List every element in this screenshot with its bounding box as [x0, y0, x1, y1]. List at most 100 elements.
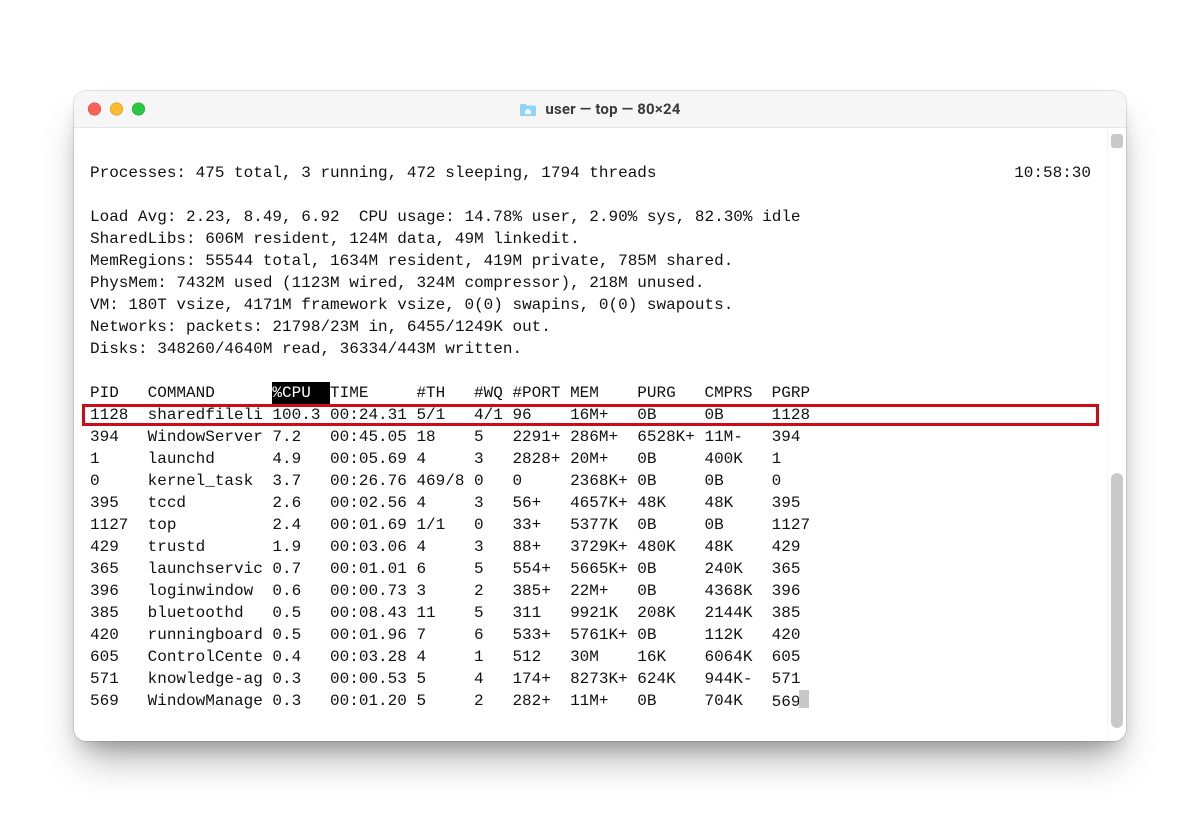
header-vm: VM: 180T vsize, 4171M framework vsize, 0…: [90, 296, 733, 314]
cell-purg: 0B: [637, 404, 704, 426]
cell-cmprs: 2144K: [704, 602, 771, 624]
cell-purg: 0B: [637, 470, 704, 492]
cell-time: 00:24.31: [330, 404, 416, 426]
col-th: #TH: [416, 382, 474, 404]
cell-cmd: runningboard: [148, 624, 273, 646]
col-mem: MEM: [570, 382, 637, 404]
cell-mem: 5665K+: [570, 558, 637, 580]
cell-cmprs: 11M-: [704, 426, 771, 448]
header-disks: Disks: 348260/4640M read, 36334/443M wri…: [90, 340, 522, 358]
cell-port: 56+: [512, 492, 570, 514]
col-pgrp: PGRP: [772, 382, 820, 404]
header-memregions: MemRegions: 55544 total, 1634M resident,…: [90, 252, 733, 270]
cell-cmprs: 48K: [704, 536, 771, 558]
cell-port: 385+: [512, 580, 570, 602]
cell-cmd: WindowManage: [148, 690, 273, 713]
table-row: 420runningboard0.500:01.9676533+5761K+0B…: [90, 624, 1091, 646]
cell-purg: 0B: [637, 580, 704, 602]
cell-cpu: 100.3: [272, 404, 330, 426]
table-row: 571knowledge-ag0.300:00.5354174+8273K+62…: [90, 668, 1091, 690]
terminal-cursor: [799, 690, 809, 708]
cell-port: 533+: [512, 624, 570, 646]
cell-pid: 1128: [90, 404, 148, 426]
header-timestamp: 10:58:30: [1014, 162, 1091, 184]
cell-cpu: 0.6: [272, 580, 330, 602]
cell-cmd: tccd: [148, 492, 273, 514]
cell-pid: 396: [90, 580, 148, 602]
col-purg: PURG: [637, 382, 704, 404]
terminal-output[interactable]: Processes: 475 total, 3 running, 472 sle…: [74, 128, 1107, 741]
cell-cmprs: 240K: [704, 558, 771, 580]
col-command: COMMAND: [148, 382, 273, 404]
cell-cpu: 0.5: [272, 602, 330, 624]
folder-home-icon: [519, 102, 537, 117]
cell-cmd: trustd: [148, 536, 273, 558]
titlebar[interactable]: user — top — 80×24: [74, 91, 1126, 128]
zoom-button[interactable]: [132, 103, 145, 116]
cell-port: 512: [512, 646, 570, 668]
cell-pid: 395: [90, 492, 148, 514]
cell-purg: 0B: [637, 690, 704, 713]
cell-time: 00:01.20: [330, 690, 416, 713]
blank-line: [90, 362, 100, 380]
cell-time: 00:45.05: [330, 426, 416, 448]
window-title-text: user — top — 80×24: [545, 100, 680, 118]
close-button[interactable]: [88, 103, 101, 116]
cell-pid: 420: [90, 624, 148, 646]
cell-th: 3: [416, 580, 474, 602]
cell-cpu: 0.3: [272, 668, 330, 690]
col-wq: #WQ: [474, 382, 512, 404]
cell-mem: 9921K: [570, 602, 637, 624]
cell-cpu: 3.7: [272, 470, 330, 492]
cell-cpu: 1.9: [272, 536, 330, 558]
cell-th: 469/8: [416, 470, 474, 492]
cell-time: 00:01.01: [330, 558, 416, 580]
cell-port: 311: [512, 602, 570, 624]
cell-wq: 2: [474, 690, 512, 713]
cell-wq: 6: [474, 624, 512, 646]
cell-port: 33+: [512, 514, 570, 536]
table-row: 385bluetoothd0.500:08.431153119921K208K2…: [90, 602, 1091, 624]
cell-wq: 4: [474, 668, 512, 690]
cell-pgrp: 1127: [772, 514, 820, 536]
cell-time: 00:00.53: [330, 668, 416, 690]
cell-cmprs: 704K: [704, 690, 771, 713]
table-row: 569WindowManage0.300:01.2052282+11M+0B70…: [90, 690, 1091, 713]
window-title: user — top — 80×24: [519, 100, 680, 118]
cell-pid: 605: [90, 646, 148, 668]
cell-cmprs: 112K: [704, 624, 771, 646]
col-pid: PID: [90, 382, 148, 404]
cell-port: 88+: [512, 536, 570, 558]
cell-wq: 3: [474, 448, 512, 470]
cell-time: 00:01.96: [330, 624, 416, 646]
cell-pid: 0: [90, 470, 148, 492]
cell-mem: 20M+: [570, 448, 637, 470]
cell-purg: 0B: [637, 514, 704, 536]
scrollbar[interactable]: [1107, 128, 1126, 741]
cell-time: 00:02.56: [330, 492, 416, 514]
traffic-lights: [88, 103, 145, 116]
cell-cmd: kernel_task: [148, 470, 273, 492]
cell-wq: 0: [474, 470, 512, 492]
cell-th: 4: [416, 536, 474, 558]
cell-pgrp: 571: [772, 668, 820, 690]
cell-cmprs: 6064K: [704, 646, 771, 668]
cell-cmd: bluetoothd: [148, 602, 273, 624]
table-row: 429trustd1.900:03.064388+3729K+480K48K42…: [90, 536, 1091, 558]
cell-cmd: top: [148, 514, 273, 536]
table-row: 394WindowServer7.200:45.051852291+286M+6…: [90, 426, 1091, 448]
cell-wq: 3: [474, 492, 512, 514]
header-processes: Processes: 475 total, 3 running, 472 sle…: [90, 162, 1014, 184]
scrollbar-thumb[interactable]: [1111, 473, 1123, 728]
cell-cpu: 0.7: [272, 558, 330, 580]
cell-port: 174+: [512, 668, 570, 690]
cell-mem: 2368K+: [570, 470, 637, 492]
cell-cpu: 0.3: [272, 690, 330, 713]
cell-time: 00:03.06: [330, 536, 416, 558]
cell-port: 282+: [512, 690, 570, 713]
minimize-button[interactable]: [110, 103, 123, 116]
cell-cmprs: 944K-: [704, 668, 771, 690]
cell-pgrp: 395: [772, 492, 820, 514]
cell-port: 554+: [512, 558, 570, 580]
cell-pgrp: 569: [772, 690, 820, 713]
